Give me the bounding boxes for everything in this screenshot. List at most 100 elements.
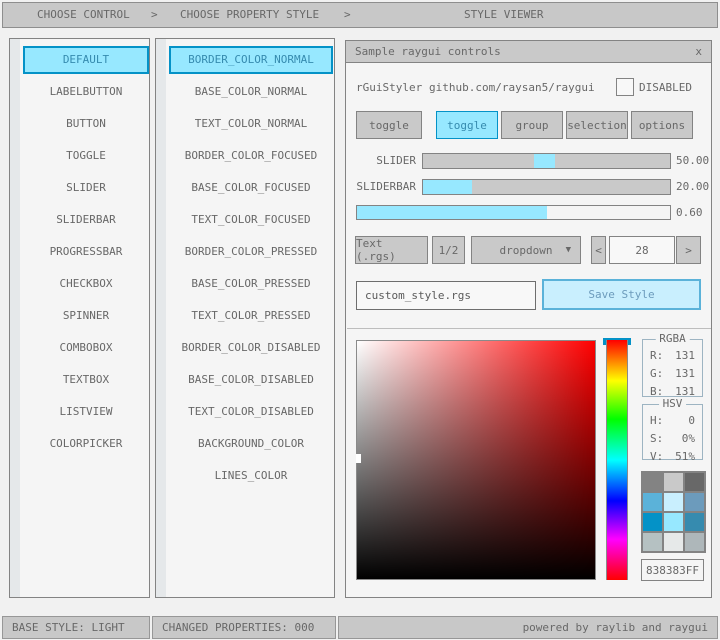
- control-list-scroll-strip[interactable]: [10, 39, 20, 597]
- control-list-item-labelbutton[interactable]: LABELBUTTON: [23, 78, 149, 106]
- control-list-item-sliderbar[interactable]: SLIDERBAR: [23, 206, 149, 234]
- spinner-value-field[interactable]: 28: [609, 236, 675, 264]
- green-label: G:: [650, 367, 663, 380]
- status-base-style: BASE STYLE: LIGHT: [2, 616, 150, 639]
- swatch-border-focused[interactable]: [643, 493, 662, 511]
- property-list-item[interactable]: BASE_COLOR_NORMAL: [169, 78, 333, 106]
- app-name-label: rGuiStyler: [356, 81, 422, 94]
- property-list-item[interactable]: BORDER_COLOR_NORMAL: [169, 46, 333, 74]
- control-list-item-listview[interactable]: LISTVIEW: [23, 398, 149, 426]
- toggle-group-item-group[interactable]: group: [501, 111, 563, 139]
- control-list-item-toggle[interactable]: TOGGLE: [23, 142, 149, 170]
- swatch-border-normal[interactable]: [643, 473, 662, 491]
- spinner-decrement-button[interactable]: <: [591, 236, 606, 264]
- control-list-item-slider[interactable]: SLIDER: [23, 174, 149, 202]
- control-list-item-button[interactable]: BUTTON: [23, 110, 149, 138]
- hex-color-field[interactable]: 838383FF: [641, 559, 704, 581]
- toggle-group-item-toggle[interactable]: toggle: [436, 111, 498, 139]
- property-list-item[interactable]: TEXT_COLOR_PRESSED: [169, 302, 333, 330]
- property-list-item[interactable]: TEXT_COLOR_DISABLED: [169, 398, 333, 426]
- red-value: 131: [675, 349, 695, 362]
- hsv-hue-row: H: 0: [643, 414, 702, 427]
- status-powered-by: powered by raylib and raygui: [338, 616, 718, 639]
- property-list-item[interactable]: TEXT_COLOR_NORMAL: [169, 110, 333, 138]
- slider-thumb[interactable]: [534, 154, 555, 168]
- control-list-panel: DEFAULT LABELBUTTON BUTTON TOGGLE SLIDER…: [9, 38, 150, 598]
- control-list-item-checkbox[interactable]: CHECKBOX: [23, 270, 149, 298]
- property-list-item[interactable]: BASE_COLOR_DISABLED: [169, 366, 333, 394]
- control-list-item-spinner[interactable]: SPINNER: [23, 302, 149, 330]
- control-list-item-combobox[interactable]: COMBOBOX: [23, 334, 149, 362]
- control-list-item-default[interactable]: DEFAULT: [23, 46, 149, 74]
- rgba-groupbox-title: RGBA: [655, 333, 690, 345]
- swatch-base-normal[interactable]: [664, 473, 683, 491]
- property-list-item[interactable]: LINES_COLOR: [169, 462, 333, 490]
- property-list-item[interactable]: BASE_COLOR_FOCUSED: [169, 174, 333, 202]
- swatch-text-pressed[interactable]: [685, 513, 704, 531]
- chevron-down-icon: ▼: [566, 245, 571, 255]
- swatch-base-disabled[interactable]: [664, 533, 683, 551]
- spinner-increment-button[interactable]: >: [676, 236, 701, 264]
- half-button[interactable]: 1/2: [432, 236, 465, 264]
- property-list-item[interactable]: TEXT_COLOR_FOCUSED: [169, 206, 333, 234]
- slider-value: 50.00: [676, 154, 709, 167]
- swatch-base-focused[interactable]: [664, 493, 683, 511]
- disabled-checkbox[interactable]: [616, 78, 634, 96]
- toggle-group-item-options[interactable]: options: [631, 111, 693, 139]
- toggle-button[interactable]: toggle: [356, 111, 422, 139]
- property-list-panel: BORDER_COLOR_NORMAL BASE_COLOR_NORMAL TE…: [155, 38, 335, 598]
- progressbar-value: 0.60: [676, 206, 703, 219]
- breadcrumb: CHOOSE CONTROL > CHOOSE PROPERTY STYLE >…: [2, 2, 718, 28]
- sliderbar[interactable]: [422, 179, 671, 195]
- repo-link[interactable]: github.com/raysan5/raygui: [429, 81, 595, 94]
- control-list-item-colorpicker[interactable]: COLORPICKER: [23, 430, 149, 458]
- swatch-border-pressed[interactable]: [643, 513, 662, 531]
- breadcrumb-separator-icon: >: [151, 3, 158, 27]
- breadcrumb-separator-icon: >: [344, 3, 351, 27]
- hsv-value-row: V: 51%: [643, 450, 702, 463]
- color-picker-cursor[interactable]: [356, 454, 361, 463]
- control-list-item-textbox[interactable]: TEXTBOX: [23, 366, 149, 394]
- property-list-item[interactable]: BORDER_COLOR_FOCUSED: [169, 142, 333, 170]
- window-title: Sample raygui controls: [355, 41, 501, 62]
- status-changed-properties: CHANGED PROPERTIES: 000: [152, 616, 336, 639]
- close-icon[interactable]: x: [695, 41, 702, 62]
- property-list-scroll-strip[interactable]: [156, 39, 166, 597]
- swatch-text-disabled[interactable]: [685, 533, 704, 551]
- property-list-item[interactable]: BACKGROUND_COLOR: [169, 430, 333, 458]
- swatch-text-focused[interactable]: [685, 493, 704, 511]
- text-rgs-button[interactable]: Text (.rgs): [355, 236, 428, 264]
- swatch-base-pressed[interactable]: [664, 513, 683, 531]
- disabled-checkbox-label: DISABLED: [639, 81, 692, 94]
- red-label: R:: [650, 349, 663, 362]
- progressbar: [356, 205, 671, 220]
- property-list-item[interactable]: BASE_COLOR_PRESSED: [169, 270, 333, 298]
- hsv-groupbox-title: HSV: [659, 398, 687, 410]
- style-viewer-window: Sample raygui controls x rGuiStyler gith…: [345, 40, 712, 598]
- breadcrumb-choose-control: CHOOSE CONTROL: [37, 3, 130, 27]
- save-style-button[interactable]: Save Style: [542, 279, 701, 310]
- filename-input[interactable]: custom_style.rgs: [356, 281, 536, 310]
- divider: [347, 328, 711, 329]
- swatch-text-normal[interactable]: [685, 473, 704, 491]
- hsv-groupbox: HSV H: 0 S: 0% V: 51%: [642, 404, 703, 460]
- dropdown[interactable]: dropdown ▼: [471, 236, 581, 264]
- swatch-border-disabled[interactable]: [643, 533, 662, 551]
- breadcrumb-choose-property-style: CHOOSE PROPERTY STYLE: [180, 3, 319, 27]
- hue-slider[interactable]: [606, 340, 628, 580]
- control-list-item-progressbar[interactable]: PROGRESSBAR: [23, 238, 149, 266]
- rgba-green-row: G: 131: [643, 367, 702, 380]
- value-label: V:: [650, 450, 663, 463]
- toggle-group-item-selection[interactable]: selection: [566, 111, 628, 139]
- hsv-saturation-row: S: 0%: [643, 432, 702, 445]
- color-picker-panel[interactable]: [356, 340, 596, 580]
- slider[interactable]: [422, 153, 671, 169]
- saturation-label: S:: [650, 432, 663, 445]
- sliderbar-fill: [423, 180, 472, 194]
- hue-label: H:: [650, 414, 663, 427]
- property-list-item[interactable]: BORDER_COLOR_PRESSED: [169, 238, 333, 266]
- progressbar-fill: [357, 206, 547, 219]
- green-value: 131: [675, 367, 695, 380]
- property-list-item[interactable]: BORDER_COLOR_DISABLED: [169, 334, 333, 362]
- rgba-groupbox: RGBA R: 131 G: 131 B: 131: [642, 339, 703, 397]
